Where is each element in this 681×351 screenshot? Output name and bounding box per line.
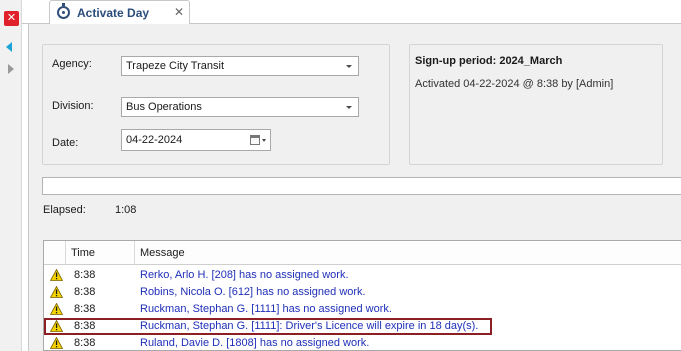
calendar-icon[interactable] — [249, 133, 266, 147]
agency-label: Agency: — [52, 58, 92, 70]
progress-bar — [42, 177, 681, 195]
warning-icon — [50, 320, 63, 332]
date-label: Date: — [52, 137, 79, 149]
tab-bar: Activate Day ✕ — [22, 0, 681, 25]
row-message: Rerko, Arlo H. [208] has no assigned wor… — [140, 269, 349, 281]
tab-activate-day[interactable]: Activate Day ✕ — [49, 0, 190, 25]
row-message: Robins, Nicola O. [612] has no assigned … — [140, 286, 366, 298]
division-select-value: Bus Operations — [126, 101, 202, 113]
elapsed-value: 1:08 — [115, 204, 137, 216]
close-icon[interactable]: ✕ — [4, 11, 19, 26]
grid-header: Time Message — [44, 241, 681, 265]
row-time: 8:38 — [74, 303, 96, 315]
row-time: 8:38 — [74, 286, 96, 298]
row-time: 8:38 — [74, 269, 96, 281]
row-time: 8:38 — [74, 320, 96, 332]
date-field[interactable]: 04-22-2024 — [121, 129, 271, 151]
date-field-value: 04-22-2024 — [126, 134, 183, 146]
side-strip: ✕ — [0, 0, 22, 351]
tab-label: Activate Day — [77, 6, 150, 20]
main-content: Agency: Trapeze City Transit Division: B… — [28, 24, 681, 351]
table-row[interactable]: 8:38 Ruland, Davie D. [1808] has no assig… — [44, 335, 681, 350]
signup-period-group: Sign-up period: 2024_March Activated 04-… — [409, 44, 663, 165]
agency-select[interactable]: Trapeze City Transit — [121, 56, 359, 76]
signup-period-title: Sign-up period: 2024_March — [415, 55, 563, 67]
table-row[interactable]: 8:38 Ruckman, Stephan G. [1111] has no as… — [44, 301, 681, 318]
division-label: Division: — [52, 100, 94, 112]
activation-info: Activated 04-22-2024 @ 8:38 by [Admin] — [415, 78, 614, 90]
chevron-down-icon — [346, 106, 352, 109]
chevron-down-icon — [346, 65, 352, 68]
row-message: Ruckman, Stephan G. [1111] has no assign… — [140, 303, 392, 315]
table-row[interactable]: 8:38 Rerko, Arlo H. [208] has no assigned… — [44, 267, 681, 284]
column-header-icon[interactable] — [44, 241, 66, 265]
warning-icon — [50, 269, 63, 281]
column-header-time[interactable]: Time — [66, 241, 135, 265]
column-header-message[interactable]: Message — [135, 241, 681, 265]
expand-right-icon[interactable] — [8, 64, 14, 74]
warning-icon — [50, 303, 63, 315]
message-grid[interactable]: Time Message 8:38 Rerko, Arlo H. [208] ha… — [43, 240, 681, 351]
table-row[interactable]: 8:38 Ruckman, Stephan G. [1111]: Driver's… — [44, 318, 492, 335]
elapsed-label: Elapsed: — [43, 204, 86, 216]
agency-select-value: Trapeze City Transit — [126, 60, 225, 72]
collapse-left-icon[interactable] — [6, 42, 12, 52]
tab-close-icon[interactable]: ✕ — [174, 5, 184, 19]
row-message: Ruckman, Stephan G. [1111]: Driver's Lic… — [140, 320, 479, 332]
row-message: Ruland, Davie D. [1808] has no assigned … — [140, 337, 370, 349]
division-select[interactable]: Bus Operations — [121, 97, 359, 117]
activate-day-icon — [57, 3, 70, 19]
warning-icon — [50, 337, 63, 349]
warning-icon — [50, 286, 63, 298]
table-row[interactable]: 8:38 Robins, Nicola O. [612] has no assig… — [44, 284, 681, 301]
row-time: 8:38 — [74, 337, 96, 349]
selection-group: Agency: Trapeze City Transit Division: B… — [42, 44, 390, 165]
